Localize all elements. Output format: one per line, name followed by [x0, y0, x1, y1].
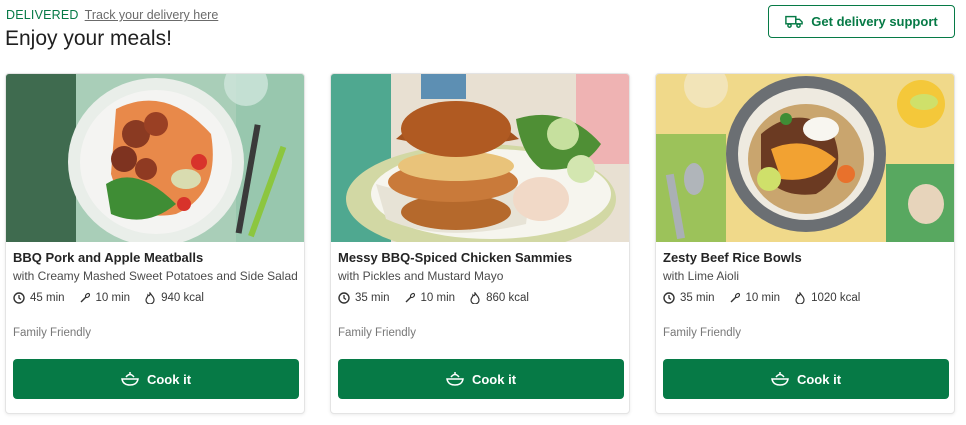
- calories-value: 860 kcal: [486, 292, 529, 304]
- meal-tag: Family Friendly: [663, 327, 741, 339]
- cook-it-label: Cook it: [471, 371, 517, 387]
- meal-subtitle: with Pickles and Mustard Mayo: [338, 269, 504, 283]
- clock-icon: [663, 292, 675, 304]
- total-time: 35 min: [338, 292, 390, 304]
- flame-icon: [145, 292, 155, 304]
- cooking-pot-icon: [121, 372, 139, 386]
- prep-time: 10 min: [404, 292, 456, 304]
- cook-it-button[interactable]: Cook it: [663, 359, 949, 399]
- clock-icon: [13, 292, 25, 304]
- cook-it-label: Cook it: [796, 371, 842, 387]
- meal-title: Zesty Beef Rice Bowls: [663, 250, 802, 265]
- calories-value: 940 kcal: [161, 292, 204, 304]
- meal-card: BBQ Pork and Apple Meatballs with Creamy…: [5, 73, 305, 414]
- total-time-value: 35 min: [355, 292, 390, 304]
- calories-value: 1020 kcal: [811, 292, 861, 304]
- status-label: DELIVERED: [6, 8, 79, 22]
- meal-title: BBQ Pork and Apple Meatballs: [13, 250, 204, 265]
- meal-title: Messy BBQ-Spiced Chicken Sammies: [338, 250, 573, 265]
- meal-tag: Family Friendly: [338, 327, 416, 339]
- total-time-value: 35 min: [680, 292, 715, 304]
- prep-time: 10 min: [79, 292, 131, 304]
- get-delivery-support-button[interactable]: Get delivery support: [768, 5, 955, 38]
- flame-icon: [470, 292, 480, 304]
- prep-time-value: 10 min: [745, 292, 781, 304]
- meal-image: [6, 74, 304, 242]
- prep-time-value: 10 min: [95, 292, 131, 304]
- page-title: Enjoy your meals!: [5, 27, 172, 50]
- whisk-icon: [730, 292, 740, 303]
- truck-icon: [785, 15, 804, 28]
- flame-icon: [795, 292, 805, 304]
- cooking-pot-icon: [771, 372, 789, 386]
- cook-it-button[interactable]: Cook it: [13, 359, 299, 399]
- total-time: 45 min: [13, 292, 65, 304]
- delivery-status: DELIVERED Track your delivery here: [6, 8, 218, 22]
- whisk-icon: [80, 292, 90, 303]
- meal-card: Messy BBQ-Spiced Chicken Sammies with Pi…: [330, 73, 630, 414]
- meal-card: Zesty Beef Rice Bowls with Lime Aioli 35…: [655, 73, 955, 414]
- calories: 940 kcal: [144, 292, 204, 304]
- prep-time: 10 min: [729, 292, 781, 304]
- meal-tag: Family Friendly: [13, 327, 91, 339]
- meal-meta: 35 min 10 min 1020 kcal: [663, 292, 860, 304]
- calories: 1020 kcal: [794, 292, 860, 304]
- meal-meta: 45 min 10 min 940 kcal: [13, 292, 204, 304]
- cook-it-button[interactable]: Cook it: [338, 359, 624, 399]
- support-button-label: Get delivery support: [811, 14, 938, 29]
- cooking-pot-icon: [446, 372, 464, 386]
- total-time-value: 45 min: [30, 292, 65, 304]
- track-delivery-link[interactable]: Track your delivery here: [85, 8, 219, 22]
- calories: 860 kcal: [469, 292, 529, 304]
- meal-image: [331, 74, 629, 242]
- total-time: 35 min: [663, 292, 715, 304]
- cook-it-label: Cook it: [146, 371, 192, 387]
- meal-subtitle: with Creamy Mashed Sweet Potatoes and Si…: [13, 269, 298, 283]
- meal-image: [656, 74, 954, 242]
- clock-icon: [338, 292, 350, 304]
- prep-time-value: 10 min: [420, 292, 456, 304]
- whisk-icon: [405, 292, 415, 303]
- meal-meta: 35 min 10 min 860 kcal: [338, 292, 529, 304]
- meal-subtitle: with Lime Aioli: [663, 269, 740, 283]
